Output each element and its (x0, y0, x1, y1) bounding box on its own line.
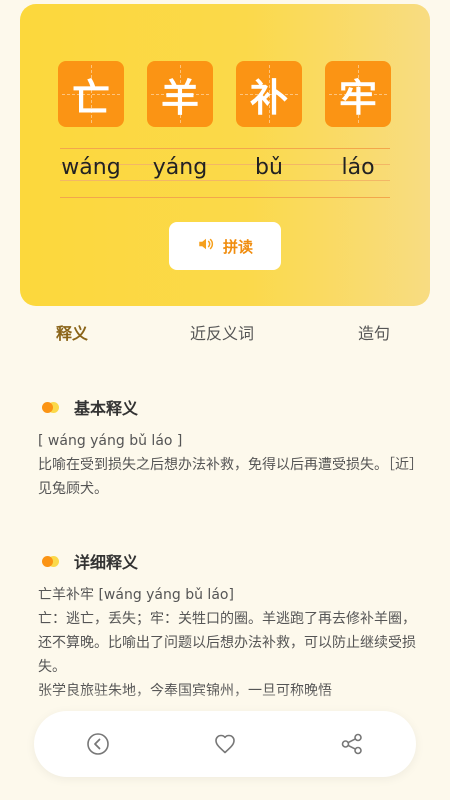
detailed-meaning-section: 详细释义 亡羊补牢 [wáng yáng bǔ láo] 亡：逃亡，丢失；牢：关… (38, 549, 420, 703)
section-body: [ wáng yáng bǔ láo ] 比喻在受到损失之后想办法补救，免得以后… (38, 429, 420, 501)
character-glyph: 牢 (338, 74, 377, 120)
pinyin-syllable: láo (341, 155, 375, 180)
idiom-hero-card: 亡 羊 补 牢 wáng yáng bǔ láo 拼读 (20, 4, 430, 306)
tab-example-sentences[interactable]: 造句 (358, 320, 390, 344)
idiom-heading-line: 亡羊补牢 [wáng yáng bǔ láo] (38, 587, 234, 603)
basic-meaning-section: 基本释义 [ wáng yáng bǔ láo ] 比喻在受到损失之后想办法补救… (38, 395, 420, 501)
heart-icon[interactable] (213, 732, 237, 756)
pinyin-syllable: bǔ (255, 155, 283, 180)
pronounce-button[interactable]: 拼读 (169, 222, 281, 270)
speaker-icon (197, 235, 215, 257)
share-icon[interactable] (340, 732, 364, 756)
back-icon[interactable] (86, 732, 110, 756)
character-box: 羊 (147, 61, 213, 127)
tab-synonyms-antonyms[interactable]: 近反义词 (190, 320, 254, 344)
character-box: 亡 (58, 61, 124, 127)
character-box: 补 (236, 61, 302, 127)
pinyin-line: [ wáng yáng bǔ láo ] (38, 433, 183, 449)
character-glyph: 补 (249, 74, 288, 120)
character-box: 牢 (325, 61, 391, 127)
pinyin-syllable: wáng (61, 155, 121, 180)
section-title: 详细释义 (74, 553, 139, 572)
pinyin-syllable: yáng (152, 155, 208, 180)
character-glyph: 羊 (160, 74, 199, 120)
section-body: 亡羊补牢 [wáng yáng bǔ láo] 亡：逃亡，丢失；牢：关牲口的圈。… (38, 583, 420, 703)
section-title: 基本释义 (74, 399, 139, 418)
idiom-characters: 亡 羊 补 牢 (20, 61, 430, 127)
section-bullet-icon (38, 401, 60, 413)
definition-text: 亡：逃亡，丢失；牢：关牲口的圈。羊逃跑了再去修补羊圈，还不算晚。比喻出了问题以后… (38, 611, 416, 675)
tab-meaning[interactable]: 释义 (56, 320, 88, 344)
section-bullet-icon (38, 555, 60, 567)
tab-bar: 释义 近反义词 造句 (0, 316, 450, 350)
pronounce-button-label: 拼读 (222, 237, 253, 256)
definition-text: 比喻在受到损失之后想办法补救，免得以后再遭受损失。［近］见兔顾犬。 (38, 457, 416, 497)
character-glyph: 亡 (71, 74, 110, 120)
bottom-action-bar (34, 711, 416, 777)
